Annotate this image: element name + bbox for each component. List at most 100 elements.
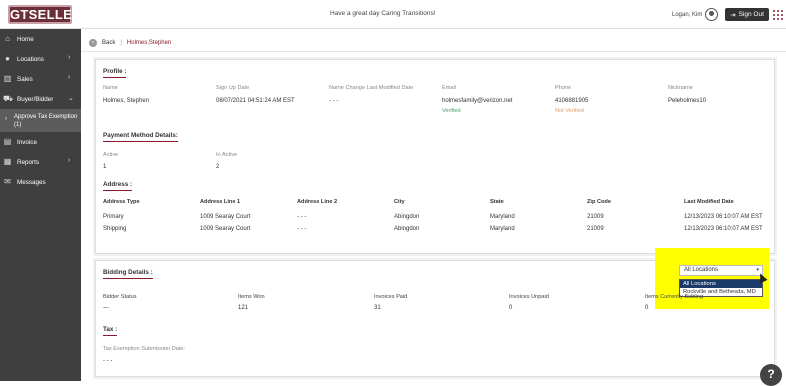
- payment-title: Payment Method Details:: [103, 132, 178, 142]
- nickname-label: Nickname: [668, 85, 693, 91]
- sidebar-item-reports[interactable]: ▦ Reports ›: [0, 152, 81, 172]
- home-icon: ⌂: [5, 34, 10, 43]
- chevron-right-icon: ›: [68, 74, 71, 81]
- items-currently-bidding-value: 0: [645, 305, 649, 311]
- sidebar-item-label: Home: [17, 35, 34, 43]
- sign-out-button[interactable]: ⇥ Sign Out: [725, 8, 769, 21]
- address-type-header: Address Type: [103, 199, 140, 205]
- name-label: Name: [103, 85, 118, 91]
- sidebar-item-label: Invoice: [17, 138, 37, 146]
- location-select[interactable]: All Locations ▾: [679, 265, 763, 276]
- phone-not-verified-status: Not Verified: [555, 108, 584, 114]
- divider: [81, 51, 786, 52]
- name-value: Holmes, Stephen: [103, 98, 150, 104]
- email-verified-status: Verified: [442, 108, 461, 114]
- sidebar-item-label: Messages: [17, 178, 46, 186]
- sidebar-item-invoice[interactable]: ▤ Invoice: [0, 132, 81, 152]
- name-change-label: Name Change Last Modified Date: [329, 85, 414, 91]
- user-avatar-icon[interactable]: [705, 8, 718, 21]
- sidebar-item-locations[interactable]: ● Locations ›: [0, 49, 81, 69]
- help-button[interactable]: ?: [760, 364, 782, 386]
- report-icon: ▦: [3, 157, 12, 166]
- city-cell: Abingdon: [394, 214, 420, 220]
- active-label: Active: [103, 152, 119, 158]
- sign-out-label: Sign Out: [738, 11, 764, 18]
- city-header: City: [394, 199, 405, 205]
- bidder-status-value: ---: [103, 305, 109, 311]
- name-change-value: - - -: [329, 98, 339, 104]
- sidebar-item-label: Locations: [17, 55, 44, 63]
- document-icon: ▤: [3, 137, 12, 146]
- address-line2-header: Address Line 2: [297, 199, 338, 205]
- location-option[interactable]: All Locations: [680, 280, 762, 288]
- signup-date-value: 08/07/2021 04:51:24 AM EST: [216, 98, 295, 104]
- sidebar-item-label: Approve Tax Exemption (1): [14, 114, 78, 128]
- address-line1-cell: 1009 Searay Court: [200, 214, 251, 220]
- state-header: State: [490, 199, 504, 205]
- address-type-cell: Shipping: [103, 226, 127, 232]
- zip-cell: 21009: [587, 226, 604, 232]
- sidebar-item-label: Reports: [17, 158, 40, 166]
- address-line2-cell: - - -: [297, 226, 307, 232]
- last-modified-cell: 12/13/2023 06:10:07 AM EST: [684, 214, 763, 220]
- gtseller-logo[interactable]: GTSELLER: [8, 5, 81, 24]
- chevron-right-icon: ›: [68, 54, 71, 61]
- chevron-right-icon: ›: [68, 157, 71, 164]
- last-modified-header: Last Modified Date: [684, 199, 734, 205]
- sign-out-icon: ⇥: [730, 11, 736, 19]
- last-modified-cell: 12/13/2023 06:10:07 AM EST: [684, 226, 763, 232]
- welcome-tagline: Have a great day Caring Transitions!: [330, 10, 436, 17]
- user-name: Logan, Kim: [672, 12, 703, 18]
- breadcrumb-separator: |: [120, 40, 122, 46]
- sidebar-item-home[interactable]: ⌂ Home: [0, 29, 81, 49]
- address-line1-cell: 1009 Searay Court: [200, 226, 251, 232]
- email-label: Email: [442, 85, 456, 91]
- state-cell: Maryland: [490, 214, 515, 220]
- inactive-value: 2: [216, 164, 220, 170]
- profile-card: Profile : Name Sign Up Date Name Change …: [95, 59, 775, 254]
- address-line2-cell: - - -: [297, 214, 307, 220]
- invoices-paid-label: Invoices Paid: [374, 294, 408, 300]
- chevron-down-icon: ⌄: [68, 95, 74, 102]
- envelope-icon: ✉: [4, 177, 11, 186]
- apps-grid-icon[interactable]: [773, 10, 783, 20]
- inactive-label: In Active: [216, 152, 238, 158]
- signup-date-label: Sign Up Date: [216, 85, 250, 91]
- items-won-value: 121: [238, 305, 249, 311]
- tax-title: Tax :: [103, 326, 118, 336]
- main-content: ‹ Back | Holmes,Stephen Profile : Name S…: [81, 29, 786, 381]
- items-currently-bidding-label: Items Currently Bidding: [645, 294, 704, 300]
- phone-label: Phone: [555, 85, 572, 91]
- sidebar-item-label: Buyer/Bidder: [17, 95, 54, 103]
- sidebar-item-messages[interactable]: ✉ Messages: [0, 172, 81, 192]
- invoices-unpaid-label: Invoices Unpaid: [509, 294, 549, 300]
- location-pin-icon: ●: [5, 54, 10, 63]
- bidding-title: Bidding Details :: [103, 269, 153, 279]
- nickname-value: Peleholmes10: [668, 98, 707, 104]
- email-value: holmesfamily@verizon.net: [442, 98, 513, 104]
- cart-icon: ⛟: [3, 94, 14, 103]
- sidebar-item-buyer-bidder[interactable]: ⛟ Buyer/Bidder ⌄: [0, 89, 81, 109]
- tax-exemption-date-label: Tax Exemption Submission Date:: [103, 346, 186, 352]
- profile-title: Profile :: [103, 68, 127, 78]
- sidebar-item-sales[interactable]: ▥ Sales ›: [0, 69, 81, 89]
- address-title: Address :: [103, 181, 133, 191]
- address-line1-header: Address Line 1: [200, 199, 241, 205]
- city-cell: Abingdon: [394, 226, 420, 232]
- sidebar-item-approve-tax-exemption[interactable]: › Approve Tax Exemption (1): [0, 109, 81, 132]
- sidebar: ⌂ Home ● Locations › ▥ Sales › ⛟ Buyer/B…: [0, 29, 81, 381]
- bar-chart-icon: ▥: [3, 74, 12, 83]
- location-select-value: All Locations: [684, 267, 719, 273]
- top-bar: GTSELLER Have a great day Caring Transit…: [0, 0, 786, 29]
- breadcrumb: ‹ Back | Holmes,Stephen: [89, 37, 171, 49]
- address-type-cell: Primary: [103, 214, 124, 220]
- invoices-unpaid-value: 0: [509, 305, 513, 311]
- back-arrow-icon[interactable]: ‹: [89, 39, 97, 47]
- phone-value: 4106881905: [555, 98, 589, 104]
- chevron-right-icon: ›: [5, 116, 7, 122]
- zip-cell: 21009: [587, 214, 604, 220]
- sidebar-item-label: Sales: [17, 75, 33, 83]
- tax-exemption-date-value: - - -: [103, 358, 113, 364]
- active-value: 1: [103, 164, 107, 170]
- back-link[interactable]: Back: [102, 40, 115, 46]
